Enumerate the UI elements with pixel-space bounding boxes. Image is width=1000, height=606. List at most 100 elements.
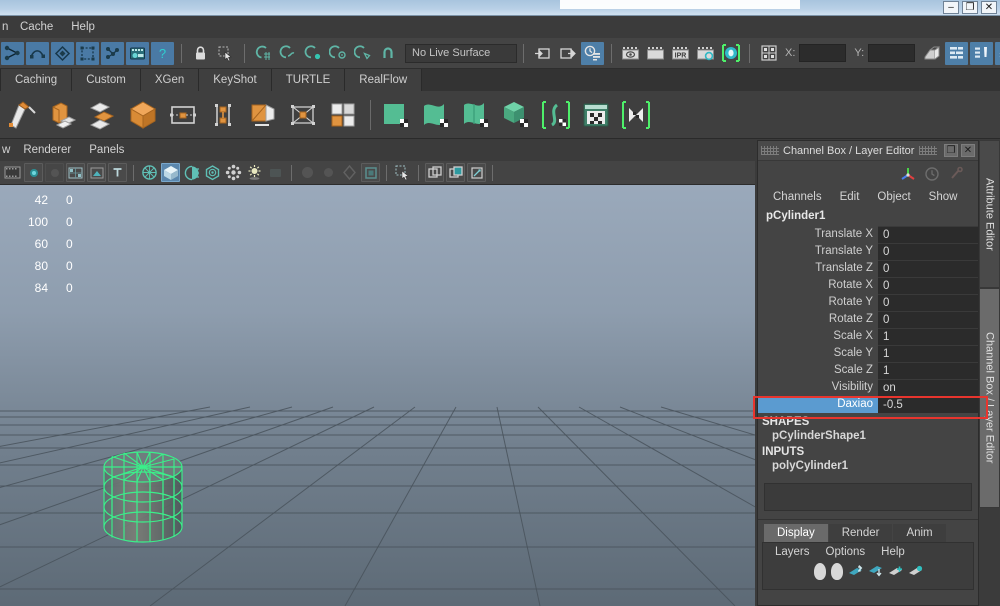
panel-restore-button[interactable]: ❐: [944, 144, 958, 157]
footprint-left-icon[interactable]: [813, 563, 826, 580]
curve-icon[interactable]: [26, 41, 49, 65]
mirror-geometry-icon[interactable]: [617, 96, 655, 134]
y-coordinate-field[interactable]: [868, 44, 916, 62]
bookmark-icon[interactable]: [45, 163, 64, 182]
new-layer-icon[interactable]: [888, 565, 903, 579]
magnet-icon[interactable]: [377, 42, 400, 65]
channel-box-layer-icon[interactable]: [995, 41, 1000, 65]
channel-value[interactable]: 0: [878, 243, 978, 260]
nurbs-cube-icon[interactable]: [497, 96, 535, 134]
snap-curve-icon[interactable]: [277, 42, 300, 65]
quadrangulate-icon[interactable]: [324, 96, 362, 134]
separate-icon[interactable]: [84, 96, 122, 134]
channel-value[interactable]: 1: [878, 362, 978, 379]
snap-projected-icon[interactable]: [327, 42, 350, 65]
layer-tab-render[interactable]: Render: [828, 524, 893, 542]
cb-menu-channels[interactable]: Channels: [764, 191, 831, 203]
channel-row-rotate-z[interactable]: Rotate Z 0: [758, 311, 978, 328]
channel-row-translate-y[interactable]: Translate Y 0: [758, 243, 978, 260]
booleans-icon[interactable]: [244, 96, 282, 134]
snap-point-icon[interactable]: [302, 42, 325, 65]
vp-menu-clipped[interactable]: w: [0, 142, 14, 158]
render-view-icon[interactable]: [619, 42, 642, 65]
channel-value[interactable]: 1: [878, 345, 978, 362]
exposure-icon[interactable]: [467, 163, 486, 182]
construction-history-icon[interactable]: [581, 41, 604, 65]
snap-grid-icon[interactable]: [252, 42, 275, 65]
smooth-icon[interactable]: [284, 96, 322, 134]
diamond-object-icon[interactable]: [51, 41, 74, 65]
channel-row-translate-x[interactable]: Translate X 0: [758, 226, 978, 243]
minimize-button[interactable]: –: [943, 1, 959, 14]
ipr-render-icon[interactable]: IPR: [669, 42, 692, 65]
channel-row-scale-z[interactable]: Scale Z 1: [758, 362, 978, 379]
hierarchy-icon[interactable]: [1, 41, 24, 65]
footprint-right-icon[interactable]: [830, 563, 843, 580]
panel-drag-grip[interactable]: [761, 146, 779, 155]
input-connections-icon[interactable]: [531, 42, 554, 65]
render-settings-icon[interactable]: [694, 42, 717, 65]
cb-menu-show[interactable]: Show: [920, 191, 967, 203]
vp-menu-panels[interactable]: Panels: [80, 142, 133, 158]
window-controls[interactable]: – ❐ ✕: [943, 1, 997, 14]
clock-history-icon[interactable]: [924, 166, 940, 182]
channel-value[interactable]: 0: [878, 226, 978, 243]
wireframe-icon[interactable]: [140, 163, 159, 182]
xray-icon[interactable]: [393, 163, 412, 182]
menu-item-cache[interactable]: Cache: [11, 19, 62, 35]
menu-item-help[interactable]: Help: [62, 19, 104, 35]
channel-value[interactable]: 0: [878, 294, 978, 311]
nurbs-surface-icon[interactable]: [417, 96, 455, 134]
cube-icon[interactable]: [124, 96, 162, 134]
depth-of-field-icon[interactable]: [340, 163, 359, 182]
live-surface-field[interactable]: No Live Surface: [405, 43, 517, 63]
key-icon[interactable]: [948, 166, 964, 182]
output-connections-icon[interactable]: [556, 42, 579, 65]
shelf-tab-turtle[interactable]: TURTLE: [271, 69, 346, 91]
quad-panel-icon[interactable]: [757, 42, 780, 65]
render-node-icon[interactable]: [126, 41, 149, 65]
combine-icon[interactable]: [44, 96, 82, 134]
cb-menu-edit[interactable]: Edit: [831, 191, 869, 203]
restore-button[interactable]: ❐: [962, 1, 978, 14]
nurbs-loft-icon[interactable]: [457, 96, 495, 134]
side-tab-attribute-editor[interactable]: Attribute Editor: [979, 140, 1000, 288]
layer-menu-help[interactable]: Help: [873, 545, 913, 559]
use-all-lights-icon[interactable]: [224, 163, 243, 182]
shelf-tab-custom[interactable]: Custom: [72, 69, 141, 91]
smooth-shade-all-icon[interactable]: [161, 163, 180, 182]
multisample-icon[interactable]: [319, 163, 338, 182]
create-polygon-tool-icon[interactable]: [4, 96, 42, 134]
3d-viewport[interactable]: 42 0 100 0 60 0 80 0 84 0: [0, 185, 755, 606]
select-by-component-icon[interactable]: [214, 42, 237, 65]
layer-tab-display[interactable]: Display: [764, 524, 828, 542]
shadows-icon[interactable]: [245, 163, 264, 182]
nurbs-plane-icon[interactable]: [377, 96, 415, 134]
shelf-tab-xgen[interactable]: XGen: [140, 69, 200, 91]
channel-value[interactable]: -0.5: [878, 396, 978, 413]
tool-settings-icon[interactable]: [970, 41, 994, 65]
close-button[interactable]: ✕: [981, 1, 997, 14]
two-sided-lighting-icon[interactable]: [87, 163, 106, 182]
screen-space-ao-icon[interactable]: [266, 163, 285, 182]
render-globals-icon[interactable]: [719, 42, 742, 65]
move-layer-down-icon[interactable]: [868, 565, 883, 579]
show-manipulator-icon[interactable]: [920, 42, 943, 65]
camera-attributes-icon[interactable]: [24, 163, 43, 182]
channel-value[interactable]: on: [878, 379, 978, 396]
panel-close-button[interactable]: ✕: [961, 144, 975, 157]
shape-node-item[interactable]: pCylinderShape1: [758, 429, 978, 443]
render-sequence-icon[interactable]: [644, 42, 667, 65]
xray-active-components-icon[interactable]: [446, 163, 465, 182]
channel-row-scale-x[interactable]: Scale X 1: [758, 328, 978, 345]
bridge-icon[interactable]: [204, 96, 242, 134]
node-graph-icon[interactable]: [101, 41, 124, 65]
xray-joints-icon[interactable]: [425, 163, 444, 182]
select-camera-icon[interactable]: [3, 163, 22, 182]
channel-row-scale-y[interactable]: Scale Y 1: [758, 345, 978, 362]
channel-row-visibility[interactable]: Visibility on: [758, 379, 978, 396]
channel-row-rotate-y[interactable]: Rotate Y 0: [758, 294, 978, 311]
panel-drag-grip-2[interactable]: [919, 146, 937, 155]
cb-menu-object[interactable]: Object: [868, 191, 919, 203]
channel-row-daxiao[interactable]: Daxiao -0.5: [758, 396, 978, 413]
